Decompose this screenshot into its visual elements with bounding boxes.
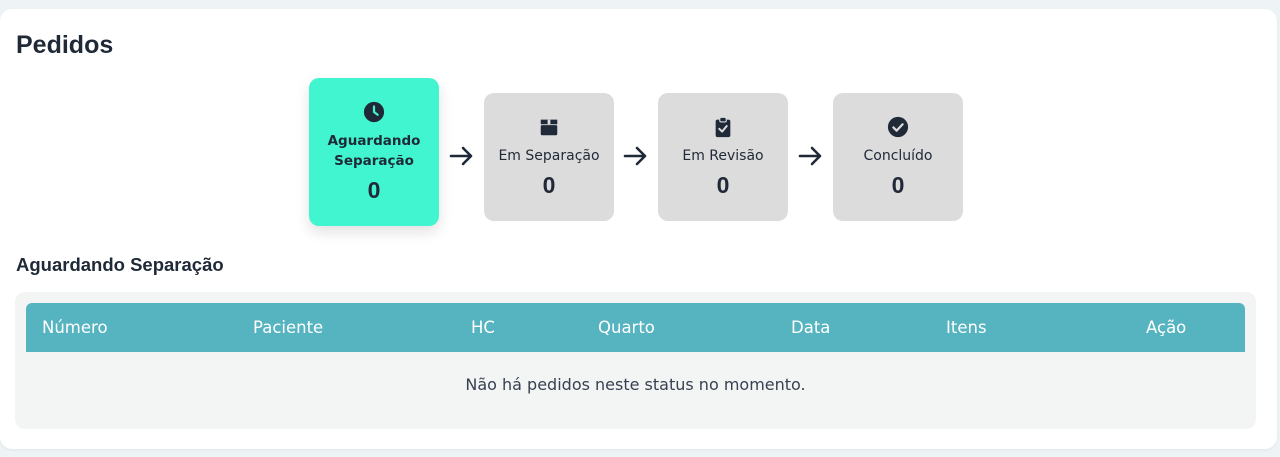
arrow-right-icon	[623, 146, 647, 166]
step-count: 0	[542, 171, 556, 198]
arrow-right-icon	[798, 146, 822, 166]
orders-table: Número Paciente HC Quarto Data Itens Açã…	[15, 292, 1256, 429]
column-header-numero[interactable]: Número	[42, 303, 108, 352]
column-header-data[interactable]: Data	[791, 303, 830, 352]
check-circle-icon	[887, 116, 909, 137]
clipboard-check-icon	[715, 116, 731, 137]
step-label: Em Separação	[498, 147, 600, 164]
status-stepper: Aguardando Separação 0 Em Separação 0 Em…	[0, 9, 1277, 249]
step-concluido[interactable]: Concluído 0	[833, 93, 963, 221]
column-header-quarto[interactable]: Quarto	[598, 303, 655, 352]
section-title: Aguardando Separação	[16, 254, 224, 275]
clock-icon	[363, 101, 385, 122]
step-em-revisao[interactable]: Em Revisão 0	[658, 93, 788, 221]
orders-panel: Pedidos Aguardando Separação 0 Em Separa…	[0, 9, 1277, 449]
step-label: Aguardando Separação	[327, 132, 421, 169]
empty-state-message: Não há pedidos neste status no momento.	[465, 375, 806, 394]
step-aguardando-separacao[interactable]: Aguardando Separação 0	[309, 78, 439, 226]
step-label: Em Revisão	[682, 147, 764, 164]
step-count: 0	[716, 171, 730, 198]
column-header-itens[interactable]: Itens	[946, 303, 987, 352]
step-count: 0	[891, 171, 905, 198]
step-label: Concluído	[863, 147, 933, 164]
step-count: 0	[367, 176, 381, 203]
box-icon	[540, 119, 558, 135]
table-header: Número Paciente HC Quarto Data Itens Açã…	[26, 303, 1245, 352]
column-header-paciente[interactable]: Paciente	[253, 303, 323, 352]
step-em-separacao[interactable]: Em Separação 0	[484, 93, 614, 221]
column-header-acao[interactable]: Ação	[1146, 303, 1186, 352]
column-header-hc[interactable]: HC	[471, 303, 495, 352]
arrow-right-icon	[449, 146, 473, 166]
